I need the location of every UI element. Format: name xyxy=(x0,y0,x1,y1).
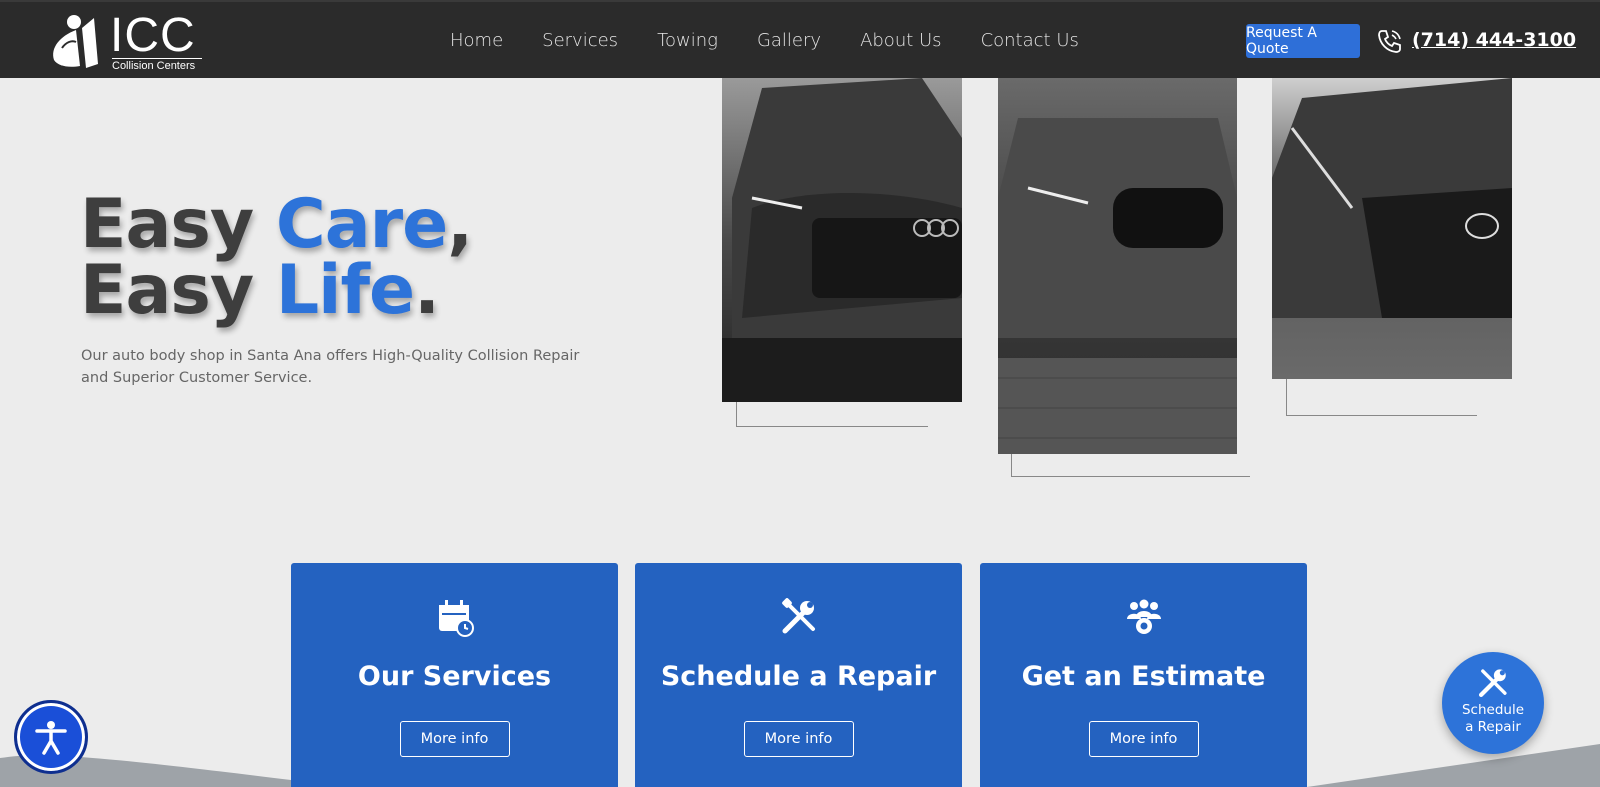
logo-text: ICC xyxy=(110,9,196,62)
hero-punct: . xyxy=(414,251,440,330)
hero-description: Our auto body shop in Santa Ana offers H… xyxy=(81,348,580,386)
request-quote-button[interactable]: Request A Quote xyxy=(1246,24,1360,58)
phone-icon xyxy=(1378,30,1401,53)
nav-towing[interactable]: Towing xyxy=(657,30,718,51)
nav-gallery[interactable]: Gallery xyxy=(757,30,821,51)
main-nav: Home Services Towing Gallery About Us Co… xyxy=(450,30,1118,51)
bottom-curve-decoration xyxy=(0,744,1600,787)
hero-line-1: Easy Care, xyxy=(80,191,473,259)
nav-about-us[interactable]: About Us xyxy=(860,30,942,51)
schedule-repair-fab[interactable]: Schedule a Repair xyxy=(1442,652,1544,754)
card-title: Our Services xyxy=(357,661,552,692)
tools-icon xyxy=(781,598,815,634)
car-image-bmw xyxy=(998,78,1237,454)
car-image-lexus xyxy=(1272,78,1512,379)
hero-word: Easy xyxy=(80,251,276,330)
team-icon xyxy=(1126,599,1161,634)
card-title: Get an Estimate xyxy=(1021,661,1266,692)
logo-mark-icon xyxy=(53,15,98,68)
fab-line-1: Schedule xyxy=(1461,702,1525,718)
tools-icon xyxy=(1478,669,1507,698)
phone-link[interactable]: (714) 444-3100 xyxy=(1412,29,1576,51)
hero-title: Easy Care, Easy Life. xyxy=(80,191,473,325)
card-title: Schedule a Repair xyxy=(660,661,937,692)
fab-label: Schedule a Repair xyxy=(1442,702,1544,736)
accessibility-button[interactable] xyxy=(14,700,88,774)
nav-contact-us[interactable]: Contact Us xyxy=(981,30,1079,51)
hero-punct: , xyxy=(447,185,473,264)
fab-line-2: a Repair xyxy=(1465,719,1521,735)
nav-home[interactable]: Home xyxy=(450,30,503,51)
site-header: ICC Collision Centers Home Services Towi… xyxy=(0,0,1600,78)
car-image-audi xyxy=(722,78,962,402)
nav-services[interactable]: Services xyxy=(542,30,618,51)
accessibility-icon xyxy=(35,721,67,755)
icc-logo[interactable]: ICC Collision Centers xyxy=(46,8,206,72)
hero-line-2: Easy Life. xyxy=(80,257,472,325)
logo-subtitle: Collision Centers xyxy=(112,58,202,72)
calendar-icon xyxy=(438,600,474,637)
hero-accent-word: Life xyxy=(275,251,415,330)
